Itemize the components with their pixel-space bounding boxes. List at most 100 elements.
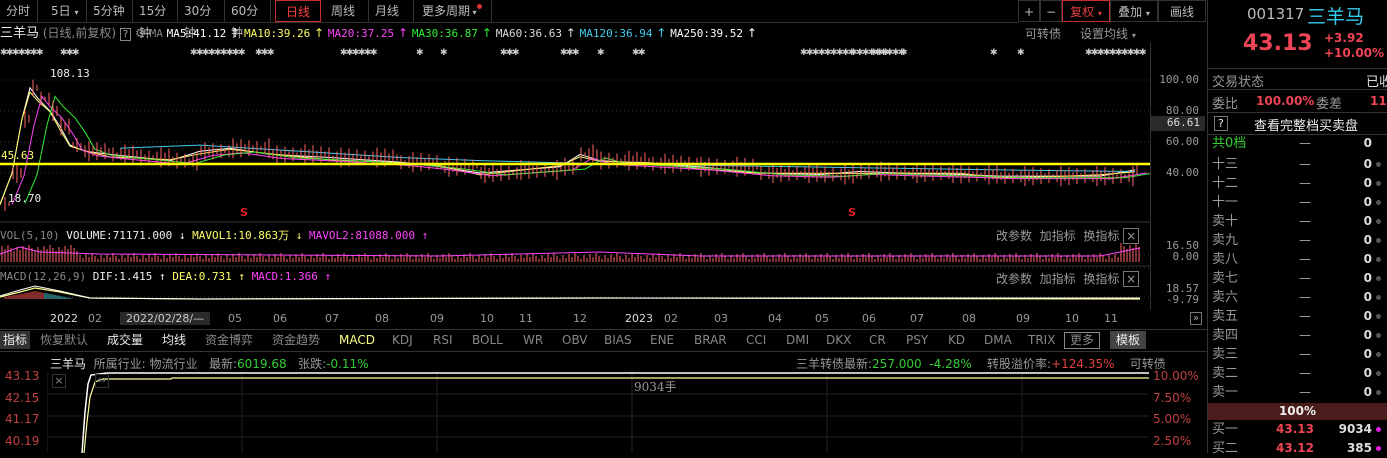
tab-5min[interactable]: 5分钟 bbox=[87, 0, 133, 22]
level-marker-icon bbox=[1376, 219, 1381, 224]
stock-code: 001317 bbox=[1247, 5, 1305, 23]
date-axis-label: 02 bbox=[88, 312, 102, 325]
indicator-tab[interactable]: 均线 bbox=[162, 331, 186, 349]
price-axis-label: 40.00 bbox=[1165, 166, 1199, 179]
zoom-in-button[interactable]: + bbox=[1018, 0, 1040, 22]
level-price: — bbox=[1299, 328, 1311, 342]
edit-params-button[interactable]: 改参数 bbox=[996, 229, 1032, 243]
close-icon[interactable]: × bbox=[1123, 271, 1140, 287]
level-label: 十三 bbox=[1212, 157, 1239, 172]
close-icon[interactable]: × bbox=[52, 374, 66, 388]
scroll-right-button[interactable]: » bbox=[1190, 312, 1203, 325]
indicator-tab[interactable]: KD bbox=[948, 331, 965, 349]
indicator-tab[interactable]: DKX bbox=[826, 331, 851, 349]
level-price: — bbox=[1299, 271, 1311, 285]
tab-monthly[interactable]: 月线 bbox=[369, 0, 414, 22]
diff-value: 112 bbox=[1370, 94, 1387, 108]
indicator-tab[interactable]: CR bbox=[869, 331, 886, 349]
indicator-tab[interactable]: DMA bbox=[984, 331, 1012, 349]
full-book-button[interactable]: 查看完整档买卖盘 bbox=[1254, 115, 1358, 134]
date-axis-label: 2022/02/28/— bbox=[120, 312, 211, 325]
draw-line-button[interactable]: 画线 bbox=[1158, 0, 1206, 22]
level-price: — bbox=[1299, 214, 1311, 228]
level-volume: 0 bbox=[1363, 347, 1372, 361]
overlay-button[interactable]: 叠加 ▾ bbox=[1110, 0, 1158, 22]
tab-5day[interactable]: 5日 ▾ bbox=[45, 0, 87, 22]
indicator-tab[interactable]: MACD bbox=[339, 331, 375, 349]
cursor-price-tag: 66.61 bbox=[1151, 116, 1205, 131]
indicator-tab[interactable]: 资金趋势 bbox=[272, 331, 320, 349]
total-label: 共0档 bbox=[1212, 136, 1247, 151]
indicator-tab[interactable]: 模板 bbox=[1110, 331, 1147, 349]
tab-60min[interactable]: 60分钟 bbox=[225, 0, 271, 40]
pct-tick: 5.00% bbox=[1153, 412, 1192, 426]
ratio-label: 委比 bbox=[1212, 97, 1239, 112]
add-indicator-button[interactable]: 加指标 bbox=[1040, 229, 1076, 243]
indicator-tab[interactable]: 指标 bbox=[0, 331, 31, 349]
level-volume: 0 bbox=[1363, 271, 1372, 285]
edit-params-button[interactable]: 改参数 bbox=[996, 272, 1032, 286]
date-axis-label: 05 bbox=[228, 312, 242, 325]
indicator-tab[interactable]: BOLL bbox=[472, 331, 503, 349]
event-marker-icon: ✱ bbox=[416, 48, 424, 58]
ratio-value: 100.00% bbox=[1256, 94, 1315, 108]
indicator-tab[interactable]: KDJ bbox=[392, 331, 413, 349]
swap-indicator-button[interactable]: 换指标 bbox=[1083, 272, 1119, 286]
vol-mavol1: MAVOL1:10.863万 bbox=[192, 229, 290, 242]
indicator-tab[interactable]: OBV bbox=[562, 331, 588, 349]
tab-more-periods[interactable]: 更多周期 ▾ bbox=[416, 0, 492, 22]
level-label: 卖六 bbox=[1212, 290, 1239, 305]
indicator-tab[interactable]: 成交量 bbox=[107, 331, 143, 349]
vol-axis-label: 0.00 bbox=[1172, 250, 1200, 263]
level-label: 十二 bbox=[1212, 176, 1239, 191]
bond-info: 三羊转债最新:257.000 -4.28% 转股溢价率:+124.35% 可转债 bbox=[796, 355, 1166, 372]
tab-label: 更多周期 bbox=[422, 4, 471, 18]
level-volume: 385 bbox=[1346, 441, 1372, 455]
tab-weekly[interactable]: 周线 bbox=[325, 0, 369, 22]
arrow-up-icon: ↑ bbox=[152, 270, 173, 283]
indicator-tab[interactable]: TRIX bbox=[1028, 331, 1055, 349]
indicator-tab[interactable]: BIAS bbox=[604, 331, 632, 349]
indicator-tab[interactable]: DMI bbox=[786, 331, 809, 349]
help-icon[interactable]: ? bbox=[1214, 116, 1228, 131]
status-value: 已收 bbox=[1366, 75, 1387, 90]
indicator-tab[interactable]: ENE bbox=[650, 331, 674, 349]
pct-change: +10.00% bbox=[1324, 46, 1385, 60]
indicator-tab[interactable]: WR bbox=[523, 331, 543, 349]
tab-15min[interactable]: 15分钟 bbox=[133, 0, 178, 40]
date-axis-label: 05 bbox=[815, 312, 829, 325]
signal-marker: S bbox=[848, 206, 856, 219]
fuquan-button[interactable]: 复权 ▾ bbox=[1062, 0, 1110, 22]
order-book-row: 买二 43.12 385 bbox=[1212, 439, 1387, 458]
indicator-tab[interactable]: RSI bbox=[433, 331, 453, 349]
close-icon[interactable]: × bbox=[1123, 228, 1140, 244]
divider bbox=[1208, 68, 1387, 69]
tab-fenshi[interactable]: 分时 bbox=[0, 0, 38, 22]
convertible-link[interactable]: 可转债 bbox=[1025, 25, 1061, 42]
indicator-tab[interactable]: 恢复默认 bbox=[40, 331, 88, 349]
level-volume: 0 bbox=[1363, 214, 1372, 228]
level-price: — bbox=[1299, 233, 1311, 247]
indicator-tab[interactable]: 更多 bbox=[1064, 332, 1101, 349]
level-label: 卖十 bbox=[1212, 214, 1239, 229]
swap-indicator-button[interactable]: 换指标 bbox=[1083, 229, 1119, 243]
gear-icon[interactable]: ⚙ bbox=[135, 26, 146, 40]
level-price: — bbox=[1299, 366, 1311, 380]
ma-value: MA20:37.25 bbox=[327, 27, 395, 40]
resize-icon[interactable]: ↔ bbox=[95, 374, 109, 388]
tab-30min[interactable]: 30分钟 bbox=[178, 0, 225, 40]
overlay-label: 叠加 bbox=[1118, 5, 1143, 19]
indicator-tab[interactable]: CCI bbox=[746, 331, 766, 349]
vol-header: VOL(5,10) VOLUME:71171.000 ↓ MAVOL1:10.8… bbox=[0, 227, 428, 243]
indicator-tab[interactable]: BRAR bbox=[694, 331, 727, 349]
indicator-tab[interactable]: 资金博弈 bbox=[205, 331, 253, 349]
indicator-tab[interactable]: PSY bbox=[906, 331, 928, 349]
tab-daily[interactable]: 日线 bbox=[275, 0, 321, 22]
add-indicator-button[interactable]: 加指标 bbox=[1040, 272, 1076, 286]
chevron-down-icon: ▾ bbox=[1097, 9, 1102, 18]
quote-stock-name: 三羊马 bbox=[1307, 6, 1365, 28]
help-icon[interactable]: ? bbox=[119, 28, 132, 41]
set-ma-button[interactable]: 设置均线 ▾ bbox=[1080, 25, 1136, 42]
arrow-up-icon: ↑ bbox=[310, 26, 328, 40]
zoom-out-button[interactable]: − bbox=[1040, 0, 1062, 22]
